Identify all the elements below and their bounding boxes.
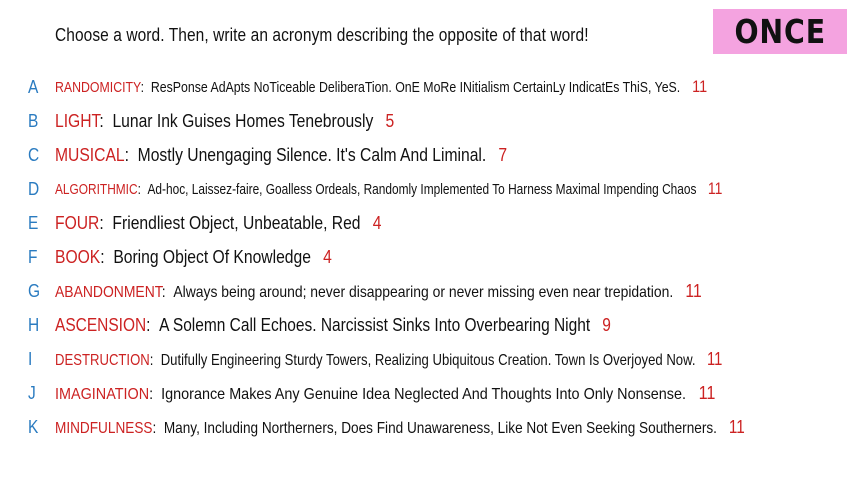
item-content: IMAGINATION: Ignorance Makes Any Genuine…	[55, 382, 716, 403]
item-count: 4	[323, 246, 332, 267]
item-content: ABANDONMENT: Always being around; never …	[55, 280, 702, 301]
item-count: 11	[707, 179, 723, 198]
item-content: RANDOMICITY: ResPonse AdApts NoTiceable …	[55, 77, 708, 96]
item-letter: G	[28, 280, 41, 301]
item-content: LIGHT: Lunar Ink Guises Homes Tenebrousl…	[55, 110, 395, 131]
item-letter: B	[28, 110, 39, 131]
item-word: FOUR	[55, 212, 100, 233]
item-content: DESTRUCTION: Dutifully Engineering Sturd…	[55, 348, 723, 369]
item-letter: D	[28, 178, 40, 199]
item-phrase: A Solemn Call Echoes. Narcissist Sinks I…	[159, 314, 591, 335]
item-count: 11	[706, 348, 723, 369]
item-letter: H	[28, 314, 40, 335]
item-count: 9	[602, 314, 611, 335]
item-count: 11	[685, 280, 702, 301]
item-count: 11	[698, 382, 716, 403]
item-letter: J	[28, 382, 36, 403]
item-letter: I	[28, 348, 33, 369]
item-count: 4	[372, 212, 382, 233]
item-word: DESTRUCTION	[55, 351, 150, 369]
item-phrase: Friendliest Object, Unbeatable, Red	[112, 212, 361, 233]
item-word: ASCENSION	[55, 314, 147, 335]
item-letter: K	[28, 416, 39, 437]
item-phrase: Ad-hoc, Laissez-faire, Goalless Ordeals,…	[147, 182, 697, 198]
item-phrase: Boring Object Of Knowledge	[113, 246, 311, 267]
item-phrase: Mostly Unengaging Silence. It's Calm And…	[137, 144, 487, 165]
item-phrase: Many, Including Northerners, Does Find U…	[163, 419, 717, 437]
item-phrase: Ignorance Makes Any Genuine Idea Neglect…	[161, 385, 687, 403]
item-content: ALGORITHMIC: Ad-hoc, Laissez-faire, Goal…	[55, 179, 723, 198]
item-content: ASCENSION: A Solemn Call Echoes. Narciss…	[55, 314, 611, 335]
item-content: MUSICAL: Mostly Unengaging Silence. It's…	[55, 144, 508, 165]
item-letter: C	[28, 144, 40, 165]
item-letter: E	[28, 212, 39, 233]
item-count: 11	[728, 416, 745, 437]
item-content: MINDFULNESS: Many, Including Northerners…	[55, 416, 745, 437]
item-count: 7	[498, 144, 508, 165]
item-count: 11	[692, 77, 708, 96]
item-phrase: Always being around; never disappearing …	[173, 283, 674, 301]
item-phrase: ResPonse AdApts NoTiceable DeliberaTion.…	[150, 80, 681, 96]
item-letter: F	[28, 246, 38, 267]
item-word: BOOK	[55, 246, 101, 267]
item-word: ALGORITHMIC	[55, 182, 138, 198]
item-content: BOOK: Boring Object Of Knowledge 4	[55, 246, 332, 267]
item-letter: A	[28, 76, 39, 97]
item-phrase: Dutifully Engineering Sturdy Towers, Rea…	[160, 351, 696, 369]
item-count: 5	[385, 110, 395, 131]
item-word: IMAGINATION	[55, 385, 150, 403]
item-word: ABANDONMENT	[55, 283, 162, 301]
item-word: MINDFULNESS	[55, 419, 153, 437]
item-phrase: Lunar Ink Guises Homes Tenebrously	[112, 110, 374, 131]
item-word: MUSICAL	[55, 144, 125, 165]
answer-badge: ONCE	[713, 9, 847, 54]
instructions-text: Choose a word. Then, write an acronym de…	[55, 25, 589, 45]
item-word: RANDOMICITY	[55, 80, 141, 96]
item-content: FOUR: Friendliest Object, Unbeatable, Re…	[55, 212, 382, 233]
answer-badge-text: ONCE	[734, 12, 826, 51]
item-word: LIGHT	[55, 110, 100, 131]
